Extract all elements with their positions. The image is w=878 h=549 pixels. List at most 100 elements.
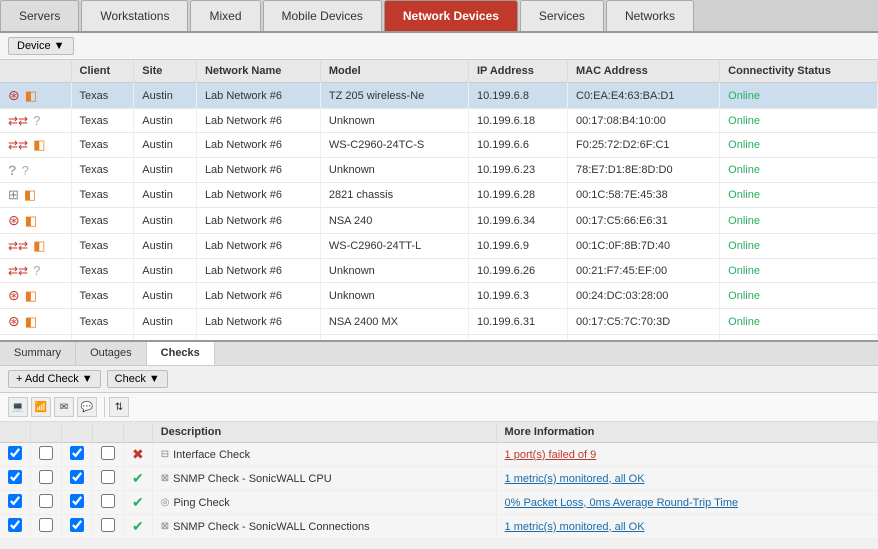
table-row[interactable]: ⇄⇄ ◧ Texas Austin Lab Network #6 WS-C296… [0, 234, 878, 259]
unknown-icon: ? [8, 162, 17, 178]
check-icon-device[interactable]: 💻 [8, 397, 28, 417]
checks-row: ✔ ◎ Ping Check 0% Packet Loss, 0ms Avera… [0, 491, 878, 515]
check-icon-mail[interactable]: ✉ [54, 397, 74, 417]
client-cell: Texas [71, 283, 134, 309]
check-cb3[interactable] [62, 443, 93, 467]
mac-cell: F0:25:72:D2:6F:C1 [568, 133, 720, 158]
tab-networks[interactable]: Networks [606, 0, 694, 31]
plus-icon: + [16, 373, 22, 385]
table-row[interactable]: ⊛ ◧ Texas Austin Lab Network #6 NSA 2400… [0, 309, 878, 335]
icon-cell: ⇄⇄ ◧ [0, 133, 71, 158]
check-cb1[interactable] [0, 467, 31, 491]
col-icon [0, 60, 71, 83]
tab-summary[interactable]: Summary [0, 342, 76, 365]
check-cb4[interactable] [93, 491, 124, 515]
check-cb3[interactable] [62, 491, 93, 515]
check-cb2[interactable] [31, 467, 62, 491]
client-cell: Texas [71, 309, 134, 335]
client-cell: Texas [71, 259, 134, 283]
wifi-icon: ⊛ [8, 287, 20, 304]
check-status: ✔ [124, 491, 153, 515]
table-row[interactable]: ⇄⇄ ? Texas Austin Lab Network #6 Unknown… [0, 259, 878, 283]
check-icon-sort[interactable]: ⇅ [109, 397, 129, 417]
check-cb4[interactable] [93, 467, 124, 491]
table-row[interactable]: ⇄⇄ ◧ Texas Austin Lab Network #6 WS-C296… [0, 133, 878, 158]
icon-cell: ⊞ ◧ [0, 183, 71, 208]
tab-servers[interactable]: Servers [0, 0, 79, 31]
check-cb4[interactable] [93, 443, 124, 467]
ip-cell: 10.199.6.31 [468, 309, 567, 335]
check-cb3[interactable] [62, 467, 93, 491]
client-cell: Texas [71, 158, 134, 183]
col-cb2 [31, 422, 62, 443]
status-cell: Online [720, 234, 878, 259]
network-cell: Lab Network #6 [196, 133, 320, 158]
check-cb2[interactable] [31, 491, 62, 515]
ping-icon: ◎ [161, 497, 170, 508]
site-cell: Austin [134, 208, 197, 234]
client-cell: Texas [71, 83, 134, 109]
table-row[interactable]: ? ? Texas Austin Lab Network #6 Unknown … [0, 158, 878, 183]
main-tabs: Servers Workstations Mixed Mobile Device… [0, 0, 878, 33]
router-icon: ⇄⇄ [8, 114, 28, 128]
col-client: Client [71, 60, 134, 83]
table-row[interactable]: ⊛ ◧ Texas Austin Lab Network #6 TZ 205 w… [0, 83, 878, 109]
tab-network-devices[interactable]: Network Devices [384, 0, 518, 31]
tab-workstations[interactable]: Workstations [81, 0, 188, 31]
tab-outages[interactable]: Outages [76, 342, 147, 365]
model-cell: NSA 2400 MX [320, 309, 468, 335]
check-label: Check [115, 373, 146, 385]
check-cb1[interactable] [0, 491, 31, 515]
mac-cell: 00:24:DC:03:28:00 [568, 283, 720, 309]
checks-row: ✔ ⊠ SNMP Check - SonicWALL Connections 1… [0, 515, 878, 539]
site-cell: Austin [134, 133, 197, 158]
check-cb4[interactable] [93, 515, 124, 539]
tab-checks[interactable]: Checks [147, 342, 215, 365]
tab-mixed[interactable]: Mixed [190, 0, 260, 31]
check-info[interactable]: 0% Packet Loss, 0ms Average Round-Trip T… [496, 491, 877, 515]
table-row[interactable]: ⊛ ◧ Texas Austin Lab Network #6 NSA 240 … [0, 208, 878, 234]
table-row[interactable]: ⊛ ◧ Texas Austin Lab Network #6 Unknown … [0, 283, 878, 309]
check-icon-bubble[interactable]: 💬 [77, 397, 97, 417]
check-info[interactable]: 1 metric(s) monitored, all OK [496, 515, 877, 539]
check-cb3[interactable] [62, 515, 93, 539]
status-cell: Online [720, 109, 878, 133]
col-network-name: Network Name [196, 60, 320, 83]
network-cell: Lab Network #6 [196, 183, 320, 208]
table-row[interactable]: ⊞ ◧ Texas Austin Lab Network #6 2821 cha… [0, 183, 878, 208]
device-arrow: ▼ [54, 40, 65, 52]
check-description: ⊠ SNMP Check - SonicWALL Connections [152, 515, 496, 539]
network-cell: Lab Network #6 [196, 259, 320, 283]
check-info[interactable]: 1 port(s) failed of 9 [496, 443, 877, 467]
check-icon-network[interactable]: 📶 [31, 397, 51, 417]
checks-table: Description More Information ✖ ⊟ Interfa… [0, 422, 878, 539]
check-cb1[interactable] [0, 515, 31, 539]
device-button[interactable]: Device ▼ [8, 37, 74, 55]
mac-cell: C0:EA:E4:63:BA:D1 [568, 83, 720, 109]
check-cb2[interactable] [31, 515, 62, 539]
check-info[interactable]: 1 metric(s) monitored, all OK [496, 467, 877, 491]
ip-cell: 10.199.6.8 [468, 83, 567, 109]
model-cell: Unknown [320, 158, 468, 183]
devices-table: Client Site Network Name Model IP Addres… [0, 60, 878, 340]
model-cell: 2821 chassis [320, 183, 468, 208]
box-icon: ◧ [25, 213, 37, 229]
site-cell: Austin [134, 158, 197, 183]
check-cb1[interactable] [0, 443, 31, 467]
antenna-icon: ⊞ [8, 187, 19, 203]
col-more-info: More Information [496, 422, 877, 443]
ip-cell: 10.199.6.34 [468, 208, 567, 234]
check-button[interactable]: Check ▼ [107, 370, 168, 388]
check-ok-icon: ✔ [132, 470, 144, 486]
snmp-icon: ⊠ [161, 521, 169, 532]
tab-services[interactable]: Services [520, 0, 604, 31]
add-check-button[interactable]: + Add Check ▼ [8, 370, 101, 388]
bottom-panel: Summary Outages Checks + Add Check ▼ Che… [0, 340, 878, 539]
table-row[interactable]: ⇄⇄ ? Texas Austin Lab Network #6 Unknown… [0, 109, 878, 133]
check-cb2[interactable] [31, 443, 62, 467]
tab-mobile-devices[interactable]: Mobile Devices [263, 0, 382, 31]
box-icon: ◧ [24, 187, 36, 203]
network-cell: Lab Network #6 [196, 158, 320, 183]
client-cell: Texas [71, 109, 134, 133]
main-toolbar: Device ▼ [0, 33, 878, 60]
